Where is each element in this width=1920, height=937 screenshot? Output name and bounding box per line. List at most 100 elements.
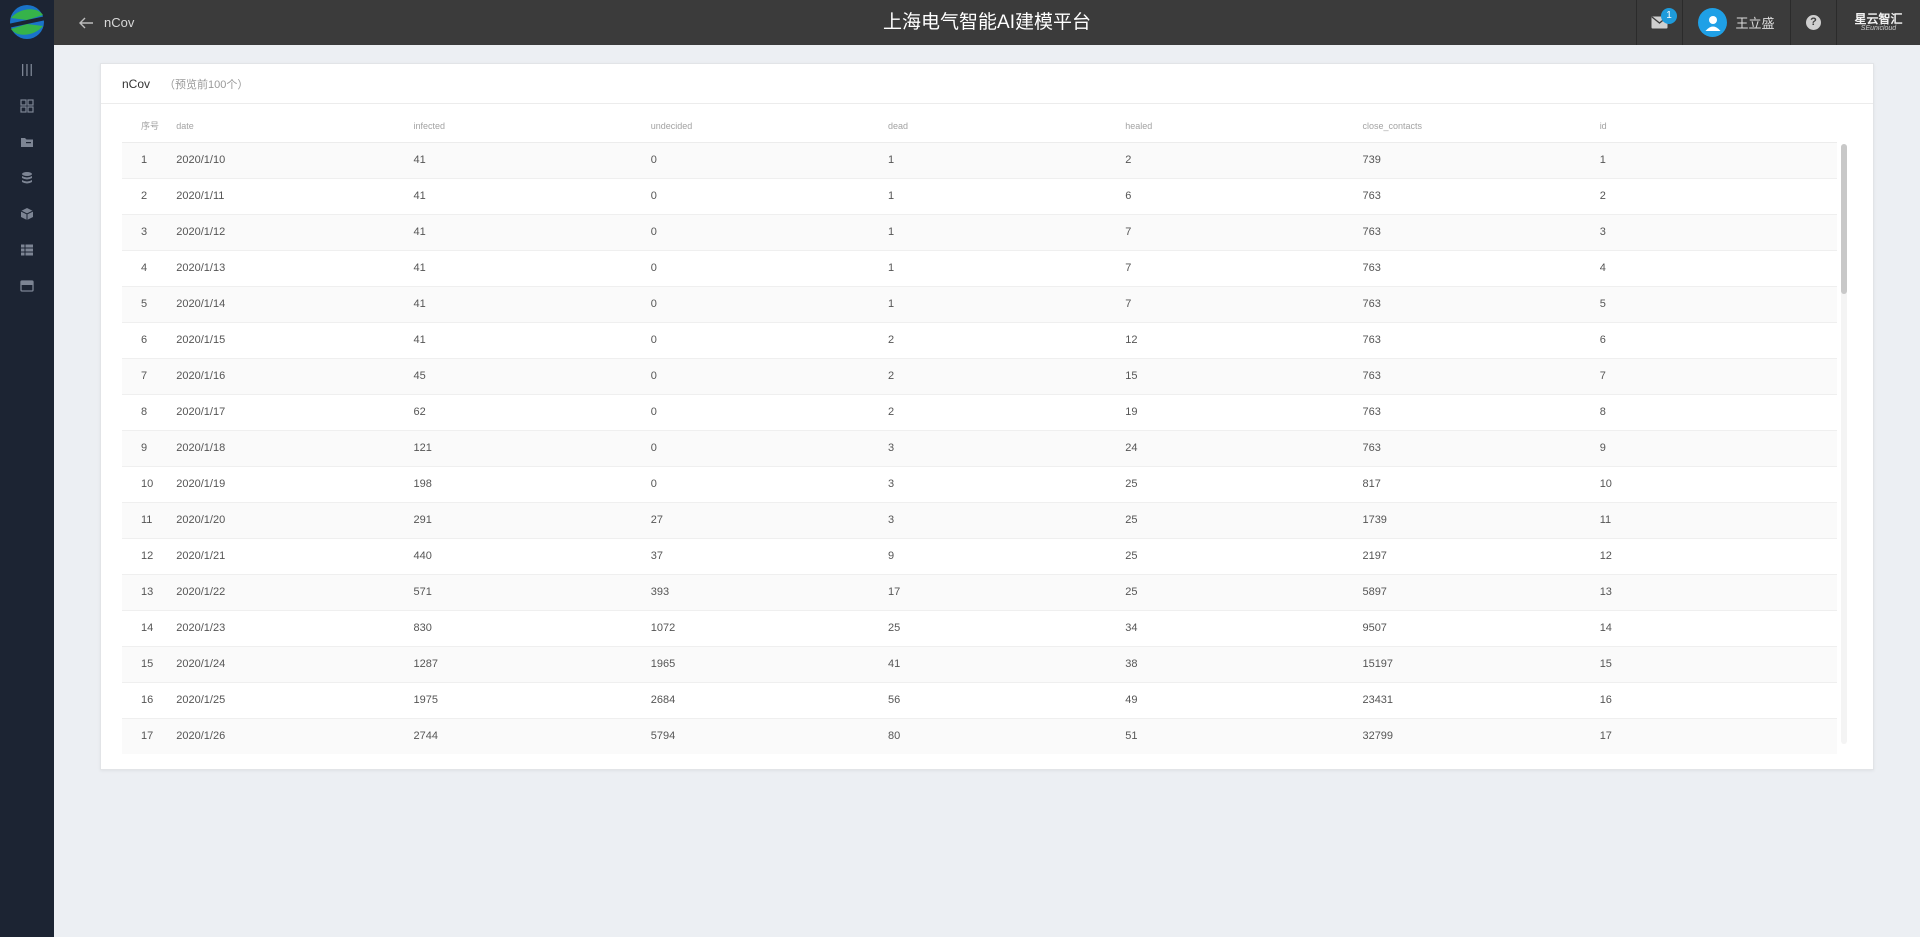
scrollbar-thumb[interactable] — [1841, 144, 1847, 294]
column-header[interactable]: close_contacts — [1362, 110, 1600, 143]
column-header[interactable]: undecided — [650, 110, 888, 143]
column-header[interactable]: id — [1599, 110, 1837, 143]
table-cell: 15 — [1599, 646, 1837, 683]
table-cell: 2020/1/19 — [176, 466, 414, 503]
table-cell: 13 — [1599, 574, 1837, 611]
database-icon[interactable] — [0, 160, 54, 196]
table-cell: 0 — [650, 322, 888, 359]
column-header[interactable]: dead — [887, 110, 1126, 143]
table-scrollbar[interactable] — [1841, 144, 1847, 744]
help-button[interactable]: ? — [1790, 0, 1836, 45]
table-cell: 739 — [1362, 142, 1600, 179]
table-cell: 25 — [1125, 502, 1363, 539]
table-cell: 5794 — [650, 718, 888, 754]
table-cell: 1 — [887, 250, 1126, 287]
table-container[interactable]: 序号 date infected undecided dead healed close_c… — [122, 110, 1839, 754]
table-row: 16 2020/1/25 1975 2684 56 49 23431 16 — [122, 682, 1837, 719]
table-cell: 8 — [122, 394, 177, 431]
table-cell: 2020/1/15 — [176, 322, 414, 359]
table-cell: 763 — [1362, 358, 1600, 395]
storage-icon[interactable] — [0, 268, 54, 304]
dashboard-icon[interactable] — [0, 88, 54, 124]
table-cell: 2020/1/16 — [176, 358, 414, 395]
table-row: 13 2020/1/22 571 393 17 25 5897 13 — [122, 574, 1837, 611]
table-cell: 2 — [887, 358, 1126, 395]
table-cell: 763 — [1362, 214, 1600, 251]
table-cell: 15197 — [1362, 646, 1600, 683]
table-cell: 1 — [887, 178, 1126, 215]
table-cell: 7 — [1125, 214, 1363, 251]
table-cell: 24 — [1125, 430, 1363, 467]
table-cell: 16 — [1599, 682, 1837, 719]
table-cell: 25 — [887, 610, 1126, 647]
table-cell: 17 — [887, 574, 1126, 611]
table-cell: 11 — [122, 502, 177, 539]
table-cell: 2020/1/20 — [176, 502, 414, 539]
table-cell: 3 — [887, 466, 1126, 503]
table-row: 10 2020/1/19 198 0 3 25 817 10 — [122, 466, 1837, 503]
notifications-button[interactable]: 1 — [1636, 0, 1682, 45]
table-cell: 5897 — [1362, 574, 1600, 611]
column-header[interactable]: healed — [1125, 110, 1363, 143]
table-cell: 32799 — [1362, 718, 1600, 754]
table-cell: 2 — [1125, 142, 1363, 179]
table-cell: 5 — [1599, 286, 1837, 323]
table-row: 5 2020/1/14 41 0 1 7 763 5 — [122, 286, 1837, 323]
table-cell: 10 — [1599, 466, 1837, 503]
table-cell: 41 — [413, 214, 651, 251]
table-cell: 0 — [650, 358, 888, 395]
table-cell: 80 — [887, 718, 1126, 754]
table-cell: 17 — [1599, 718, 1837, 754]
table-cell: 393 — [650, 574, 888, 611]
table-row: 8 2020/1/17 62 0 2 19 763 8 — [122, 394, 1837, 431]
table-cell: 41 — [413, 322, 651, 359]
table-cell: 0 — [650, 394, 888, 431]
table-cell: 10 — [122, 466, 177, 503]
table-cell: 6 — [1599, 322, 1837, 359]
table-row: 6 2020/1/15 41 0 2 12 763 6 — [122, 322, 1837, 359]
table-cell: 25 — [1125, 538, 1363, 575]
cube-icon[interactable] — [0, 196, 54, 232]
column-header[interactable]: infected — [413, 110, 651, 143]
table-icon[interactable] — [0, 232, 54, 268]
table-row: 12 2020/1/21 440 37 9 25 2197 12 — [122, 538, 1837, 575]
table-cell: 23431 — [1362, 682, 1600, 719]
table-row: 14 2020/1/23 830 1072 25 34 9507 14 — [122, 610, 1837, 647]
table-cell: 45 — [413, 358, 651, 395]
table-row: 3 2020/1/12 41 0 1 7 763 3 — [122, 214, 1837, 251]
table-cell: 9 — [122, 430, 177, 467]
table-cell: 830 — [413, 610, 651, 647]
column-header[interactable]: date — [176, 110, 414, 143]
card-header: nCov （预览前100个） — [101, 64, 1873, 104]
table-cell: 2684 — [650, 682, 888, 719]
table-cell: 763 — [1362, 286, 1600, 323]
menu-toggle-icon[interactable] — [0, 52, 54, 88]
preview-note: （预览前100个） — [164, 78, 249, 91]
table-cell: 11 — [1599, 502, 1837, 539]
table-cell: 2020/1/25 — [176, 682, 414, 719]
table-cell: 3 — [122, 214, 177, 251]
table-cell: 14 — [122, 610, 177, 647]
company-logo[interactable] — [5, 3, 49, 41]
dataset-title: nCov — [122, 76, 151, 91]
table-cell: 2744 — [413, 718, 651, 754]
table-cell: 763 — [1362, 394, 1600, 431]
table-cell: 2020/1/17 — [176, 394, 414, 431]
table-cell: 1 — [887, 286, 1126, 323]
top-header: nCov 上海电气智能AI建模平台 1 王立盛 ? 星云智汇 SEuniclou… — [54, 0, 1920, 45]
table-cell: 12 — [1125, 322, 1363, 359]
table-cell: 4 — [122, 250, 177, 287]
table-row: 9 2020/1/18 121 0 3 24 763 9 — [122, 430, 1837, 467]
table-cell: 51 — [1125, 718, 1363, 754]
table-cell: 763 — [1362, 178, 1600, 215]
folder-icon[interactable] — [0, 124, 54, 160]
table-cell: 25 — [1125, 466, 1363, 503]
table-row: 7 2020/1/16 45 0 2 15 763 7 — [122, 358, 1837, 395]
table-cell: 2020/1/14 — [176, 286, 414, 323]
table-cell: 0 — [650, 142, 888, 179]
user-icon — [1705, 15, 1721, 31]
column-header[interactable]: 序号 — [122, 110, 177, 143]
table-cell: 2020/1/23 — [176, 610, 414, 647]
user-menu[interactable]: 王立盛 — [1682, 0, 1790, 45]
back-button[interactable]: nCov — [78, 0, 134, 45]
